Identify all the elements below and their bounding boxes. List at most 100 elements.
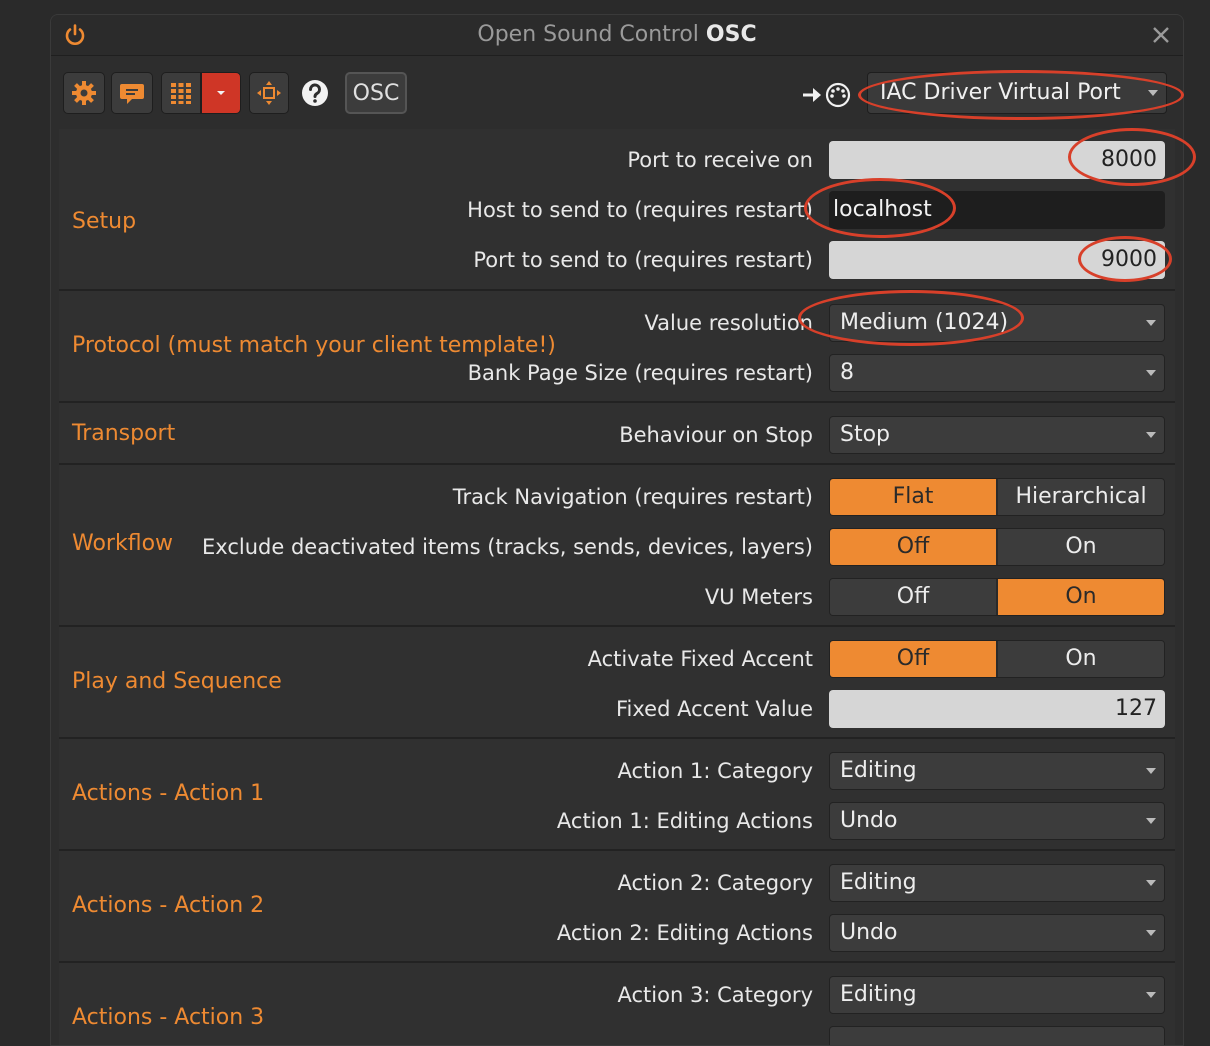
dropdown-value: Editing xyxy=(840,982,917,1007)
setting-label: Value resolution xyxy=(644,311,813,335)
setting-row: Action 2: Category Editing xyxy=(59,863,1175,903)
title-bold: OSC xyxy=(705,22,757,47)
setting-row: Value resolution Medium (1024) xyxy=(59,303,1175,343)
toggle-option-flat[interactable]: Flat xyxy=(830,479,996,515)
setting-label: Fixed Accent Value xyxy=(616,697,813,721)
bank-page-size-dropdown[interactable]: 8 xyxy=(829,354,1165,392)
section-action-1: Actions - Action 1 Action 1: Category Ed… xyxy=(59,739,1175,851)
chevron-down-icon xyxy=(217,91,225,95)
setting-row xyxy=(59,1025,1175,1045)
fixed-accent-value-field[interactable]: 127 xyxy=(829,690,1165,728)
chevron-down-icon xyxy=(1146,432,1156,438)
toggle-option-hierarchical[interactable]: Hierarchical xyxy=(996,479,1164,515)
port-receive-field[interactable]: 8000 xyxy=(829,141,1165,179)
exclude-deactivated-toggle: Off On xyxy=(829,528,1165,566)
section-protocol: Protocol (must match your client templat… xyxy=(59,291,1175,403)
setting-row: Host to send to (requires restart) local… xyxy=(59,190,1175,230)
help-button[interactable] xyxy=(301,79,329,107)
setting-label: Bank Page Size (requires restart) xyxy=(467,361,813,385)
section-play-sequence: Play and Sequence Activate Fixed Accent … xyxy=(59,627,1175,739)
gear-icon xyxy=(72,81,96,105)
track-navigation-toggle: Flat Hierarchical xyxy=(829,478,1165,516)
setting-label: Action 3: Category xyxy=(617,983,813,1007)
toggle-option-off[interactable]: Off xyxy=(830,579,996,615)
setting-row: Action 3: Category Editing xyxy=(59,975,1175,1015)
fixed-accent-toggle: Off On xyxy=(829,640,1165,678)
title-text: Open Sound Control xyxy=(477,22,699,47)
port-send-field[interactable]: 9000 xyxy=(829,241,1165,279)
setting-row: Behaviour on Stop Stop xyxy=(59,415,1175,455)
action-3-category-dropdown[interactable]: Editing xyxy=(829,976,1165,1014)
midi-port-icon xyxy=(803,82,851,108)
dropdown-value: Editing xyxy=(840,758,917,783)
chevron-down-icon xyxy=(1148,90,1158,96)
chevron-down-icon xyxy=(1146,320,1156,326)
chevron-down-icon xyxy=(1146,930,1156,936)
value-resolution-dropdown[interactable]: Medium (1024) xyxy=(829,304,1165,342)
setting-label: VU Meters xyxy=(704,585,813,609)
setting-row: Bank Page Size (requires restart) 8 xyxy=(59,353,1175,393)
vu-meters-toggle: Off On xyxy=(829,578,1165,616)
setting-row: Action 1: Editing Actions Undo xyxy=(59,801,1175,841)
setting-label: Behaviour on Stop xyxy=(619,423,813,447)
osc-settings-panel: Open Sound Control OSC OSC IAC Driver Vi… xyxy=(50,14,1184,1046)
move-icon xyxy=(257,81,281,105)
dropdown-value: Undo xyxy=(840,920,898,945)
setting-row: Exclude deactivated items (tracks, sends… xyxy=(59,527,1175,567)
setting-row: Action 1: Category Editing xyxy=(59,751,1175,791)
toggle-option-off[interactable]: Off xyxy=(830,641,996,677)
setting-label: Port to send to (requires restart) xyxy=(473,248,813,272)
dropdown-value: Medium (1024) xyxy=(840,310,1009,335)
setting-label: Action 2: Editing Actions xyxy=(556,921,813,945)
toggle-option-off[interactable]: Off xyxy=(830,529,996,565)
grid-icon xyxy=(171,83,191,104)
move-button[interactable] xyxy=(249,72,289,114)
setting-row: Port to send to (requires restart) 9000 xyxy=(59,240,1175,280)
toggle-option-on[interactable]: On xyxy=(996,579,1164,615)
settings-content: Setup Port to receive on 8000 Host to se… xyxy=(59,129,1175,1045)
section-transport: Transport Behaviour on Stop Stop xyxy=(59,403,1175,465)
setting-label: Port to receive on xyxy=(627,148,813,172)
setting-label: Activate Fixed Accent xyxy=(587,647,813,671)
port-select[interactable]: IAC Driver Virtual Port xyxy=(867,72,1167,114)
window-title: Open Sound Control OSC xyxy=(51,15,1183,55)
comment-button[interactable] xyxy=(111,72,153,114)
toggle-option-on[interactable]: On xyxy=(996,641,1164,677)
toolbar: OSC IAC Driver Virtual Port xyxy=(51,56,1183,128)
settings-button[interactable] xyxy=(63,72,105,114)
setting-row: Activate Fixed Accent Off On xyxy=(59,639,1175,679)
action-2-editing-dropdown[interactable]: Undo xyxy=(829,914,1165,952)
setting-label: Action 1: Editing Actions xyxy=(556,809,813,833)
chevron-down-icon xyxy=(1146,818,1156,824)
behaviour-on-stop-dropdown[interactable]: Stop xyxy=(829,416,1165,454)
action-3-editing-dropdown[interactable] xyxy=(829,1026,1165,1045)
setting-label: Track Navigation (requires restart) xyxy=(452,485,813,509)
port-select-value: IAC Driver Virtual Port xyxy=(880,80,1121,105)
setting-row: VU Meters Off On xyxy=(59,577,1175,617)
section-action-2: Actions - Action 2 Action 2: Category Ed… xyxy=(59,851,1175,963)
title-bar: Open Sound Control OSC xyxy=(51,15,1183,56)
section-action-3: Actions - Action 3 Action 3: Category Ed… xyxy=(59,963,1175,1045)
dropdown-value: 8 xyxy=(840,360,854,385)
action-1-category-dropdown[interactable]: Editing xyxy=(829,752,1165,790)
dropdown-value: Undo xyxy=(840,808,898,833)
setting-label: Host to send to (requires restart) xyxy=(467,198,813,222)
action-2-category-dropdown[interactable]: Editing xyxy=(829,864,1165,902)
setting-row: Action 2: Editing Actions Undo xyxy=(59,913,1175,953)
chevron-down-icon xyxy=(1146,992,1156,998)
action-1-editing-dropdown[interactable]: Undo xyxy=(829,802,1165,840)
section-workflow: Workflow Track Navigation (requires rest… xyxy=(59,465,1175,627)
grid-dropdown-button[interactable] xyxy=(201,72,241,114)
osc-button[interactable]: OSC xyxy=(345,72,407,114)
setting-row: Fixed Accent Value 127 xyxy=(59,689,1175,729)
host-field[interactable]: localhost xyxy=(829,191,1165,229)
dropdown-value: Stop xyxy=(840,422,891,447)
speech-bubble-icon xyxy=(120,84,144,104)
toggle-option-on[interactable]: On xyxy=(996,529,1164,565)
chevron-down-icon xyxy=(1146,768,1156,774)
setting-label: Exclude deactivated items (tracks, sends… xyxy=(202,535,813,559)
close-icon[interactable] xyxy=(1149,23,1173,47)
grid-button[interactable] xyxy=(161,72,201,114)
setting-row: Track Navigation (requires restart) Flat… xyxy=(59,477,1175,517)
dropdown-value: Editing xyxy=(840,870,917,895)
